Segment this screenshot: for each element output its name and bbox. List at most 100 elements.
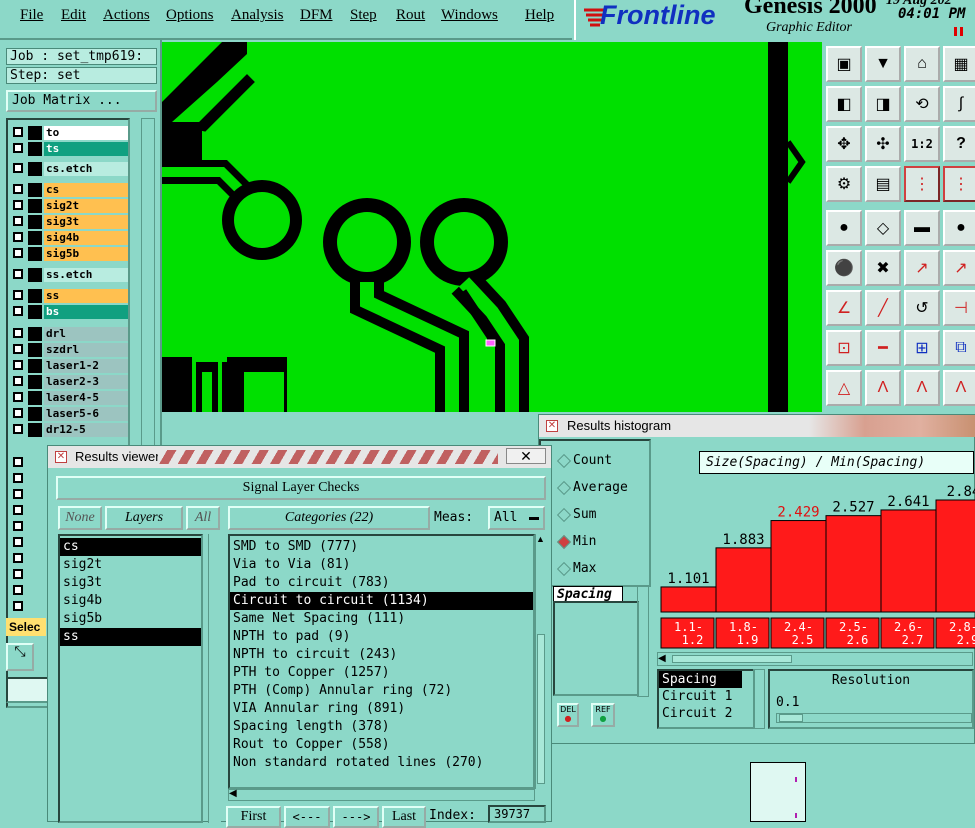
attribute-list-scrollbar[interactable]	[753, 669, 765, 729]
layer-color-swatch[interactable]	[28, 231, 42, 245]
step-line-icon[interactable]: ⊣	[943, 290, 975, 326]
layer-row[interactable]: laser5-6	[11, 407, 129, 421]
layer-name[interactable]: cs	[44, 183, 128, 197]
menu-step[interactable]: Step	[350, 7, 377, 24]
layer-checkbox[interactable]	[13, 424, 23, 434]
layer-list-scrollbar[interactable]	[208, 534, 221, 823]
layer-color-swatch[interactable]	[28, 247, 42, 261]
layer-color-swatch[interactable]	[28, 423, 42, 437]
menu-windows[interactable]: Windows	[441, 7, 498, 24]
histogram-scrollbar[interactable]: ◀	[657, 652, 973, 666]
layer-row[interactable]: sig5b	[11, 247, 129, 261]
histogram-titlebar[interactable]: ✕ Results histogram	[539, 415, 975, 437]
cross-icon[interactable]: ✖	[865, 250, 901, 286]
attribute-item[interactable]: Circuit 1	[659, 688, 753, 705]
layer-result-item[interactable]: ss	[60, 628, 201, 646]
layer-name[interactable]: drl	[44, 327, 128, 341]
layer-name[interactable]: laser4-5	[44, 391, 128, 405]
menu-options[interactable]: Options	[166, 7, 214, 24]
histogram-bar[interactable]	[880, 509, 937, 613]
layer-checkbox[interactable]	[13, 344, 23, 354]
attribute-item[interactable]: Spacing	[659, 671, 742, 688]
layer-color-swatch[interactable]	[28, 215, 42, 229]
layer-name[interactable]: szdrl	[44, 343, 128, 357]
line-tool-icon[interactable]: ∠	[826, 290, 862, 326]
move-point-icon[interactable]: ↗	[904, 250, 940, 286]
layer-result-item[interactable]: sig5b	[60, 610, 201, 628]
select-label[interactable]: Selec	[6, 618, 46, 636]
pan-left-icon[interactable]: ◧	[826, 86, 862, 122]
scroll-left-icon[interactable]: ◀	[658, 653, 666, 664]
layer-checkbox[interactable]	[13, 328, 23, 338]
layer-row[interactable]: sig3t	[11, 215, 129, 229]
a-shape-3-icon[interactable]: Ʌ	[943, 370, 975, 406]
layer-checkbox[interactable]	[13, 200, 23, 210]
category-item[interactable]: PTH (Comp) Annular ring (72)	[230, 682, 533, 700]
categories-button[interactable]: Categories (22)	[228, 506, 430, 530]
layer-checkbox[interactable]	[13, 248, 23, 258]
layer-row[interactable]: ts	[11, 142, 129, 156]
layer-checkbox[interactable]	[13, 163, 23, 173]
last-button[interactable]: Last	[382, 806, 426, 828]
layer-row[interactable]: sig4b	[11, 231, 129, 245]
layer-color-swatch[interactable]	[28, 359, 42, 373]
layer-result-item[interactable]: sig4b	[60, 592, 201, 610]
category-hscrollbar[interactable]: ◀	[228, 788, 535, 801]
layer-row[interactable]: drl	[11, 327, 129, 341]
layer-checkbox[interactable]	[13, 184, 23, 194]
layer-color-swatch[interactable]	[28, 142, 42, 156]
group-icon[interactable]: ⧉	[943, 330, 975, 366]
histogram-bar[interactable]	[660, 586, 717, 613]
resolution-slider-thumb[interactable]	[779, 714, 803, 722]
snap-icon[interactable]: ⊡	[826, 330, 862, 366]
help-icon[interactable]: ?	[943, 126, 975, 162]
ref-button[interactable]: REF ●	[591, 703, 615, 727]
command-field[interactable]	[6, 677, 50, 703]
histogram-bar[interactable]	[935, 499, 975, 613]
first-button[interactable]: First	[226, 806, 281, 828]
layer-name[interactable]: dr12-5	[44, 423, 128, 437]
layer-checkbox[interactable]	[13, 232, 23, 242]
layer-name[interactable]: ts	[44, 142, 128, 156]
layer-name[interactable]: sig4b	[44, 231, 128, 245]
layer-row[interactable]: szdrl	[11, 343, 129, 357]
layer-row[interactable]: ss.etch	[11, 268, 129, 282]
layer-color-swatch[interactable]	[28, 162, 42, 176]
layer-color-swatch[interactable]	[28, 327, 42, 341]
category-item[interactable]: Rout to Copper (558)	[230, 736, 533, 754]
layer-color-swatch[interactable]	[28, 126, 42, 140]
layer-checkbox[interactable]	[13, 392, 23, 402]
layer-checkbox[interactable]	[13, 143, 23, 153]
aggregate-option-min[interactable]: Min	[556, 534, 596, 550]
layer-name[interactable]: laser2-3	[44, 375, 128, 389]
rotate-icon[interactable]: ⟲	[904, 86, 940, 122]
histogram-bar[interactable]	[770, 520, 827, 613]
histogram-bar[interactable]	[825, 515, 882, 613]
aggregate-option-average[interactable]: Average	[556, 480, 628, 496]
category-item[interactable]: Spacing length (378)	[230, 718, 533, 736]
layer-row[interactable]: cs.etch	[11, 162, 129, 176]
layer-result-item[interactable]: sig3t	[60, 574, 201, 592]
measure-icon[interactable]: ⚙	[826, 166, 862, 202]
layer-checkbox[interactable]	[13, 306, 23, 316]
layer-color-swatch[interactable]	[28, 407, 42, 421]
pan-right-icon[interactable]: ◨	[865, 86, 901, 122]
layer-row[interactable]: laser4-5	[11, 391, 129, 405]
category-item[interactable]: PTH to Copper (1257)	[230, 664, 533, 682]
meas-dropdown[interactable]: All	[488, 506, 545, 530]
index-input[interactable]: 39737	[488, 805, 546, 823]
menu-edit[interactable]: Edit	[61, 7, 86, 24]
layer-name[interactable]: cs.etch	[44, 162, 128, 176]
category-item[interactable]: Pad to circuit (783)	[230, 574, 533, 592]
category-scrollbar[interactable]: ▲	[535, 534, 548, 789]
arc-icon[interactable]: ↺	[904, 290, 940, 326]
home-icon[interactable]: ⌂	[904, 46, 940, 82]
add-shape-icon[interactable]: ◇	[865, 210, 901, 246]
layers-button[interactable]: Layers	[105, 506, 183, 530]
category-item[interactable]: Circuit to circuit (1134)	[230, 592, 533, 610]
layer-result-item[interactable]: sig2t	[60, 556, 201, 574]
attribute-scrollbar[interactable]	[637, 585, 649, 697]
viewer-titlebar[interactable]: ✕ Results viewer ✕	[48, 446, 551, 468]
category-item[interactable]: Non standard rotated lines (270)	[230, 754, 533, 772]
layer-row[interactable]: ss	[11, 289, 129, 303]
